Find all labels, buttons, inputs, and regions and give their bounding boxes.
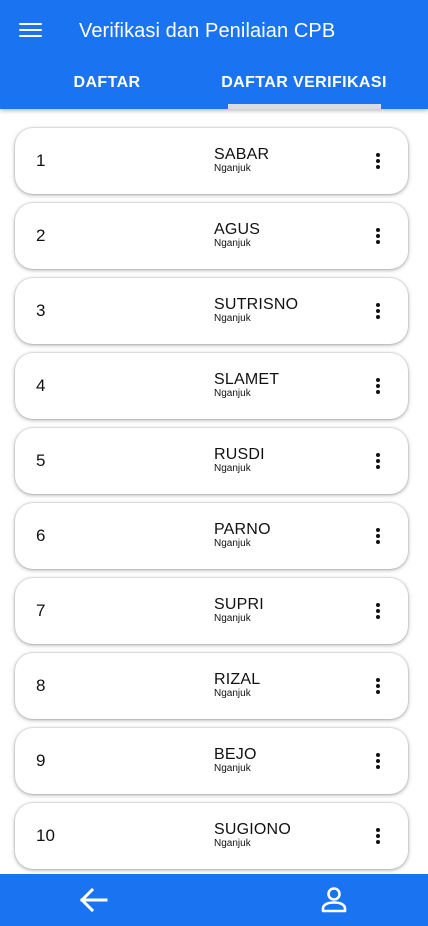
item-name: AGUS (214, 221, 261, 238)
item-number: 6 (36, 526, 46, 545)
item-region: Nganjuk (214, 688, 251, 699)
item-number: 8 (36, 676, 46, 695)
item-number: 7 (36, 601, 46, 620)
more-vert-icon[interactable] (368, 750, 388, 772)
item-number: 3 (36, 301, 46, 320)
more-vert-icon[interactable] (368, 150, 388, 172)
more-vert-icon[interactable] (368, 300, 388, 322)
list-item[interactable]: 9 BEJO Nganjuk (15, 728, 408, 794)
item-region: Nganjuk (214, 163, 251, 174)
item-number: 1 (36, 151, 46, 170)
item-region: Nganjuk (214, 313, 251, 324)
item-name: BEJO (214, 746, 257, 763)
bottom-bar (0, 874, 428, 926)
person-icon[interactable] (318, 884, 350, 916)
list-item[interactable]: 6 PARNO Nganjuk (15, 503, 408, 569)
more-vert-icon[interactable] (368, 225, 388, 247)
item-name: SUGIONO (214, 821, 291, 838)
verification-list[interactable]: 1 SABAR Nganjuk 2 AGUS Nganjuk 3 SUTRISN… (0, 109, 428, 874)
item-region: Nganjuk (214, 763, 251, 774)
item-number: 5 (36, 451, 46, 470)
tab-daftar[interactable]: DAFTAR (0, 62, 214, 104)
item-name: PARNO (214, 521, 271, 538)
item-region: Nganjuk (214, 838, 251, 849)
more-vert-icon[interactable] (368, 675, 388, 697)
list-item[interactable]: 1 SABAR Nganjuk (15, 128, 408, 194)
item-name: SLAMET (214, 371, 280, 388)
list-item[interactable]: 2 AGUS Nganjuk (15, 203, 408, 269)
arrow-left-icon[interactable] (78, 886, 110, 914)
tab-daftar-verifikasi[interactable]: DAFTAR VERIFIKASI (197, 62, 411, 104)
page-title: Verifikasi dan Penilaian CPB (79, 20, 336, 42)
app-bar: Verifikasi dan Penilaian CPB DAFTAR DAFT… (0, 0, 428, 109)
item-region: Nganjuk (214, 238, 251, 249)
list-item[interactable]: 3 SUTRISNO Nganjuk (15, 278, 408, 344)
more-vert-icon[interactable] (368, 450, 388, 472)
list-item[interactable]: 7 SUPRI Nganjuk (15, 578, 408, 644)
item-region: Nganjuk (214, 388, 251, 399)
more-vert-icon[interactable] (368, 375, 388, 397)
menu-icon[interactable] (18, 20, 44, 42)
more-vert-icon[interactable] (368, 525, 388, 547)
tab-label: DAFTAR VERIFIKASI (221, 74, 387, 91)
tab-indicator (228, 104, 381, 109)
list-item[interactable]: 10 SUGIONO Nganjuk (15, 803, 408, 869)
item-name: SUPRI (214, 596, 264, 613)
list-item[interactable]: 5 RUSDI Nganjuk (15, 428, 408, 494)
item-name: RUSDI (214, 446, 265, 463)
more-vert-icon[interactable] (368, 600, 388, 622)
more-vert-icon[interactable] (368, 825, 388, 847)
item-region: Nganjuk (214, 613, 251, 624)
item-region: Nganjuk (214, 538, 251, 549)
list-item[interactable]: 8 RIZAL Nganjuk (15, 653, 408, 719)
item-name: SABAR (214, 146, 270, 163)
tab-label: DAFTAR (73, 74, 141, 91)
list-item[interactable]: 4 SLAMET Nganjuk (15, 353, 408, 419)
item-name: SUTRISNO (214, 296, 299, 313)
item-number: 9 (36, 751, 46, 770)
item-number: 4 (36, 376, 46, 395)
item-number: 10 (36, 826, 55, 845)
item-region: Nganjuk (214, 463, 251, 474)
item-name: RIZAL (214, 671, 261, 688)
item-number: 2 (36, 226, 46, 245)
